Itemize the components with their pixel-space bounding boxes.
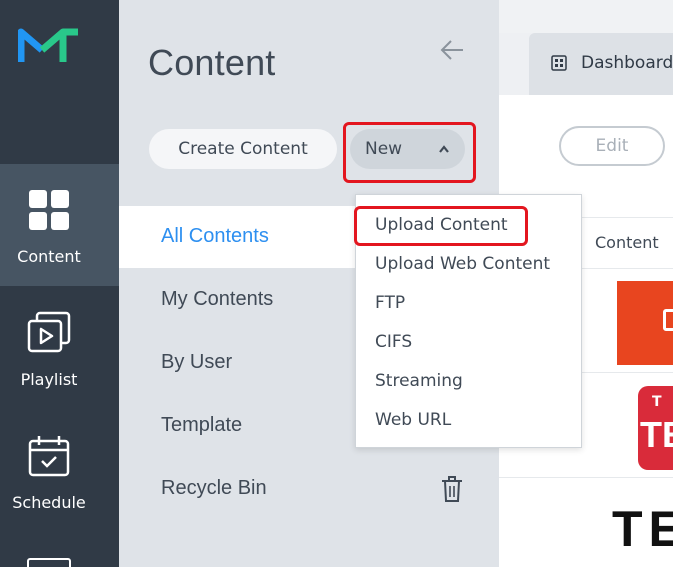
- nav-label: By User: [161, 351, 233, 373]
- column-header-content: Content: [595, 233, 659, 252]
- nav-label: All Contents: [161, 225, 269, 247]
- content-thumbnail: [617, 281, 673, 365]
- thumbnail-text: TE: [640, 414, 673, 455]
- magicinfo-logo: [18, 28, 78, 62]
- office-icon: [663, 309, 673, 331]
- content-thumbnail: T TE: [638, 386, 673, 470]
- menu-item-upload-web-content[interactable]: Upload Web Content: [375, 254, 550, 274]
- highlight-new-button: [343, 122, 476, 183]
- rail-item-label: Schedule: [12, 493, 86, 512]
- page-title: Content: [148, 42, 276, 83]
- nav-label: Template: [161, 414, 243, 436]
- menu-item-streaming[interactable]: Streaming: [375, 371, 463, 391]
- playlist-icon: [27, 311, 71, 353]
- rail-item-schedule[interactable]: Schedule: [0, 410, 119, 532]
- highlight-upload-content: [354, 206, 528, 246]
- rail-item-content[interactable]: Content: [0, 164, 119, 286]
- rail-item-playlist[interactable]: Playlist: [0, 287, 119, 409]
- trash-icon[interactable]: [441, 475, 463, 503]
- menu-item-ftp[interactable]: FTP: [375, 293, 405, 313]
- tab-dashboard[interactable]: Dashboard: [529, 33, 673, 95]
- dashboard-icon: [551, 55, 567, 71]
- grid-icon: [29, 190, 69, 230]
- nav-label: My Contents: [161, 288, 274, 310]
- app-rail: Content Playlist Schedule: [0, 0, 119, 567]
- arrow-left-icon[interactable]: [439, 38, 465, 62]
- calendar-icon: [28, 436, 70, 477]
- menu-item-web-url[interactable]: Web URL: [375, 410, 451, 430]
- rail-item-partial[interactable]: [27, 558, 71, 567]
- top-strip: [499, 0, 673, 33]
- rail-item-label: Content: [17, 247, 81, 266]
- edit-button[interactable]: Edit: [559, 126, 665, 166]
- menu-item-cifs[interactable]: CIFS: [375, 332, 412, 352]
- create-content-button[interactable]: Create Content: [149, 129, 337, 169]
- content-thumbnail-text: TE: [612, 501, 673, 557]
- tab-label: Dashboard: [581, 53, 673, 73]
- thumbnail-text: T: [652, 394, 662, 410]
- nav-label: Recycle Bin: [161, 477, 267, 499]
- rail-item-label: Playlist: [20, 370, 78, 389]
